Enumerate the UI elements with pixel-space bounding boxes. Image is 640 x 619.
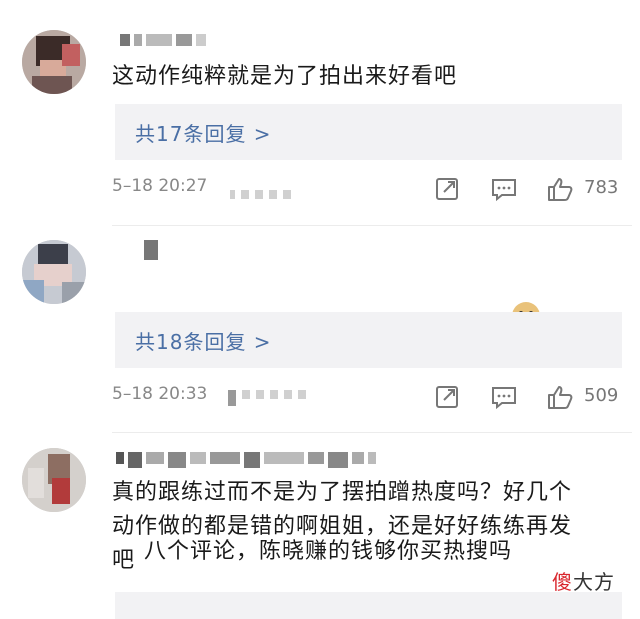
- watermark-char: 傻: [552, 570, 573, 594]
- username-blurred[interactable]: [144, 240, 162, 260]
- view-replies-link[interactable]: 共18条回复 >: [135, 326, 272, 355]
- username-blurred[interactable]: [116, 452, 380, 468]
- divider: [112, 225, 632, 226]
- comment-icon[interactable]: [490, 176, 518, 202]
- view-replies-link[interactable]: 共17条回复 >: [135, 118, 272, 147]
- like-count: 509: [584, 385, 619, 406]
- avatar[interactable]: [22, 240, 86, 304]
- watermark-text: 大方: [573, 570, 615, 594]
- reply-box: 共17条回复 >: [115, 104, 622, 160]
- comment-meta: 5–18 20:27 783: [112, 176, 622, 206]
- like-icon[interactable]: [546, 176, 574, 202]
- comment-meta: 5–18 20:33 509: [112, 384, 622, 414]
- like-count: 783: [584, 177, 619, 198]
- comment-text: 真的跟练过而不是为了摆拍蹭热度吗？好几个 动作做的都是错的啊姐姐，还是好好练练再…: [112, 480, 573, 573]
- timestamp: 5–18 20:27: [112, 176, 208, 196]
- location-blurred: [230, 190, 297, 200]
- share-icon[interactable]: [434, 176, 462, 202]
- username-blurred[interactable]: [120, 34, 210, 48]
- comment-icon[interactable]: [490, 384, 518, 410]
- reply-box: [115, 592, 622, 619]
- avatar[interactable]: [22, 30, 86, 94]
- location-blurred: [228, 390, 312, 406]
- share-icon[interactable]: [434, 384, 462, 410]
- divider: [112, 432, 632, 433]
- comment-text: 这动作纯粹就是为了拍出来好看吧: [112, 64, 458, 89]
- timestamp: 5–18 20:33: [112, 384, 208, 404]
- reply-box: 共18条回复 >: [115, 312, 622, 368]
- avatar[interactable]: [22, 448, 86, 512]
- watermark: 傻大方: [552, 566, 615, 595]
- like-icon[interactable]: [546, 384, 574, 410]
